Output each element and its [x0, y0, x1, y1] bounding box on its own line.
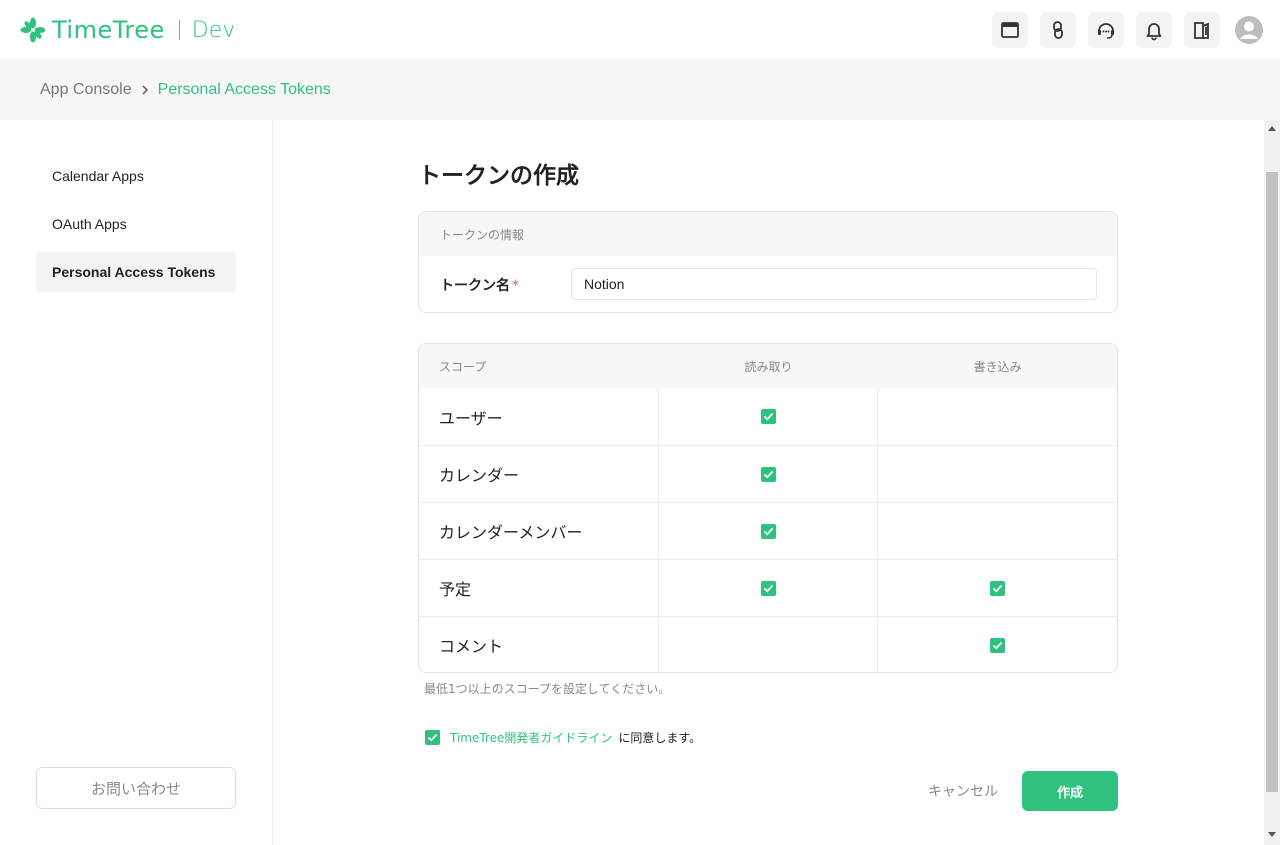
read-checkbox[interactable] — [760, 580, 776, 596]
sidebar-item-personal-access-tokens[interactable]: Personal Access Tokens — [36, 252, 236, 292]
read-checkbox[interactable] — [760, 409, 776, 424]
agree-checkbox[interactable] — [425, 730, 440, 745]
scope-row: カレンダーメンバー — [419, 502, 1117, 559]
scope-name: コメント — [419, 617, 659, 672]
docs-icon — [1194, 22, 1209, 39]
docs-button[interactable] — [1184, 12, 1220, 48]
write-checkbox[interactable] — [990, 580, 1005, 596]
check-icon — [763, 470, 773, 478]
chevron-right-icon — [142, 85, 148, 95]
required-mark: * — [512, 278, 519, 294]
bell-icon — [1146, 23, 1162, 41]
write-cell — [878, 503, 1117, 559]
logo-separator — [178, 20, 180, 40]
scope-row: コメント — [419, 616, 1117, 672]
agree-row: TimeTree開発者ガイドライン に同意します。 — [425, 729, 701, 746]
token-info-heading: トークンの情報 — [419, 212, 1117, 256]
scroll-up-arrow-icon[interactable] — [1268, 126, 1276, 131]
write-cell — [878, 560, 1117, 616]
notification-button[interactable] — [1136, 12, 1172, 48]
write-cell — [878, 388, 1117, 445]
cancel-button[interactable]: キャンセル — [918, 771, 1008, 811]
sidebar: Calendar Apps OAuth Apps Personal Access… — [0, 120, 273, 845]
breadcrumb-app-console[interactable]: App Console — [40, 81, 132, 99]
write-header: 書き込み — [973, 359, 1022, 374]
token-name-label: トークン名 * — [440, 275, 519, 295]
read-cell — [659, 503, 878, 559]
write-checkbox[interactable] — [990, 637, 1005, 653]
link-icon — [1053, 21, 1063, 39]
scroll-down-arrow-icon[interactable] — [1268, 832, 1276, 837]
scope-hint: 最低1つ以上のスコープを設定してください。 — [424, 682, 671, 696]
scope-name: ユーザー — [419, 388, 659, 445]
write-cell — [878, 617, 1117, 672]
sidebar-item-calendar-apps[interactable]: Calendar Apps — [36, 156, 236, 196]
scope-table-header: スコープ 読み取り 書き込み — [419, 344, 1117, 388]
header-icon-group — [980, 12, 1264, 48]
scope-table: スコープ 読み取り 書き込み ユーザー カレンダー カレンダーメンバー 予定 コメント — [418, 343, 1118, 673]
app-page: TimeTree Dev App Console Personal Access… — [0, 0, 1280, 845]
token-name-label-text: トークン名 — [440, 278, 510, 294]
check-icon — [992, 584, 1003, 592]
contact-button[interactable]: お問い合わせ — [36, 767, 236, 809]
agree-text: に同意します。 — [618, 731, 702, 745]
scope-name: カレンダーメンバー — [419, 503, 659, 559]
scope-row: 予定 — [419, 559, 1117, 616]
token-name-input[interactable] — [571, 268, 1097, 300]
tree-logo-icon — [20, 17, 46, 43]
token-info-card: トークンの情報 トークン名 * — [418, 211, 1118, 313]
scope-rows: ユーザー カレンダー カレンダーメンバー 予定 コメント — [419, 388, 1117, 672]
read-header: 読み取り — [744, 359, 793, 374]
check-icon — [427, 733, 438, 742]
logo-sub: Dev — [191, 17, 236, 43]
read-checkbox[interactable] — [760, 466, 776, 482]
check-icon — [763, 412, 773, 421]
scrollbar[interactable] — [1264, 120, 1280, 845]
support-icon — [1098, 23, 1114, 39]
scope-row: ユーザー — [419, 388, 1117, 445]
support-button[interactable] — [1088, 12, 1124, 48]
write-cell — [878, 446, 1117, 502]
page-title: トークンの作成 — [418, 163, 579, 189]
read-cell — [659, 560, 878, 616]
logo[interactable]: TimeTree Dev — [20, 14, 235, 46]
read-cell — [659, 388, 878, 445]
scope-name: カレンダー — [419, 446, 659, 502]
read-checkbox[interactable] — [760, 523, 776, 539]
read-cell — [659, 617, 878, 672]
create-button[interactable]: 作成 — [1022, 771, 1118, 811]
read-cell — [659, 446, 878, 502]
user-avatar-icon[interactable] — [1234, 15, 1264, 45]
check-icon — [763, 527, 773, 535]
window-icon — [1001, 22, 1019, 38]
main-content: トークンの作成 トークンの情報 トークン名* スコープ 読み取り 書き込み ユー… — [274, 120, 1264, 845]
link-button[interactable] — [1040, 12, 1076, 48]
scroll-thumb[interactable] — [1266, 172, 1278, 792]
guideline-link[interactable]: TimeTree開発者ガイドライン — [450, 729, 612, 746]
token-name-row: トークン名 * — [419, 256, 1117, 312]
scope-row: カレンダー — [419, 445, 1117, 502]
logo-text: TimeTree — [52, 16, 165, 44]
scope-header: スコープ — [439, 359, 487, 374]
window-button[interactable] — [992, 12, 1028, 48]
breadcrumb: App Console Personal Access Tokens — [0, 60, 1280, 120]
sidebar-item-oauth-apps[interactable]: OAuth Apps — [36, 204, 236, 244]
top-header: TimeTree Dev — [0, 0, 1280, 60]
breadcrumb-current[interactable]: Personal Access Tokens — [158, 81, 331, 99]
scope-name: 予定 — [419, 560, 659, 616]
check-icon — [763, 584, 773, 592]
check-icon — [992, 641, 1003, 649]
